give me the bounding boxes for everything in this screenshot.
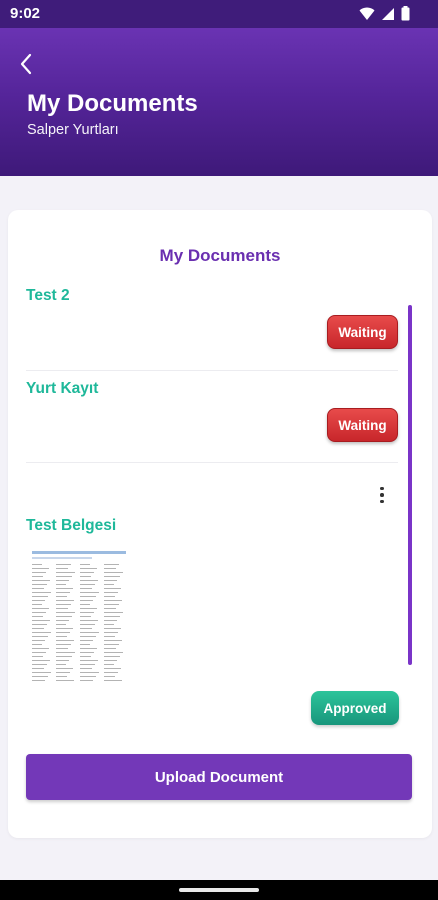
divider — [26, 462, 398, 463]
document-name[interactable]: Test 2 — [26, 287, 70, 305]
documents-card: My Documents Test 2 Waiting Yurt Kayıt W… — [8, 210, 432, 838]
divider — [26, 370, 398, 371]
status-icons — [359, 6, 410, 26]
wifi-icon — [359, 7, 375, 26]
page-title: My Documents — [27, 90, 198, 117]
upload-document-button[interactable]: Upload Document — [26, 754, 412, 800]
signal-icon — [381, 7, 395, 26]
status-bar: 9:02 — [0, 0, 438, 28]
back-button[interactable] — [12, 52, 40, 80]
status-badge-approved: Approved — [311, 691, 399, 725]
chevron-left-icon — [19, 53, 33, 80]
system-nav-bar — [0, 880, 438, 900]
more-vert-icon — [380, 486, 384, 491]
status-time: 9:02 — [10, 5, 41, 22]
app-header: My Documents Salper Yurtları — [0, 28, 438, 176]
more-options-button[interactable] — [374, 484, 390, 506]
document-preview-thumbnail[interactable] — [28, 548, 132, 690]
document-name[interactable]: Yurt Kayıt — [26, 380, 98, 398]
status-badge-waiting: Waiting — [327, 408, 398, 442]
document-name[interactable]: Test Belgesi — [26, 517, 116, 535]
card-title: My Documents — [159, 246, 281, 265]
scrollbar[interactable] — [408, 305, 412, 665]
page-subtitle: Salper Yurtları — [27, 122, 119, 138]
status-badge-waiting: Waiting — [327, 315, 398, 349]
battery-icon — [401, 6, 410, 26]
home-handle[interactable] — [179, 888, 259, 892]
